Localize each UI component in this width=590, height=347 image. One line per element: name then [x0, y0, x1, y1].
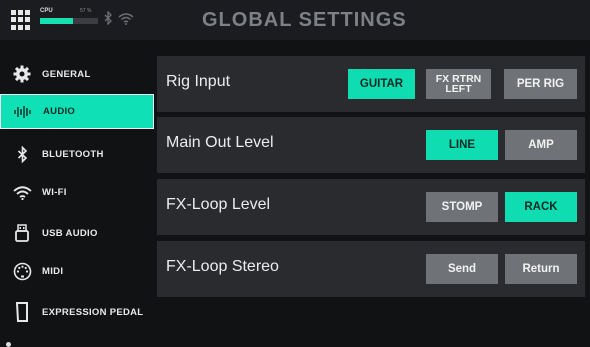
setting-label: FX-Loop Level: [166, 196, 271, 213]
usb-icon: [10, 224, 34, 242]
fx-loop-rack-button[interactable]: RACK: [505, 192, 577, 222]
top-bar: CPU 57 % GLOBAL SETTINGS: [0, 0, 590, 40]
bluetooth-icon: [104, 10, 113, 28]
sidebar-item-label: WI-FI: [42, 186, 67, 198]
more-items-indicator: [6, 342, 11, 347]
sidebar-item-bluetooth[interactable]: BLUETOOTH: [0, 135, 154, 173]
setting-label: Rig Input: [166, 73, 231, 90]
fx-loop-return-button[interactable]: Return: [505, 254, 577, 284]
bluetooth-icon: [10, 145, 34, 163]
cpu-label: CPU: [40, 8, 53, 14]
cpu-value: 57 %: [80, 8, 92, 14]
cpu-meter-fill: [40, 18, 74, 24]
rig-input-guitar-button[interactable]: GUITAR: [348, 69, 415, 99]
sidebar-item-midi[interactable]: MIDI: [0, 252, 154, 290]
sidebar-item-wifi[interactable]: WI-FI: [0, 173, 154, 211]
setting-row-fx-loop-level: FX-Loop Level STOMP RACK: [157, 179, 585, 235]
sidebar-item-general[interactable]: GENERAL: [0, 55, 154, 93]
fx-loop-send-button[interactable]: Send: [426, 254, 498, 284]
gear-icon: [10, 65, 34, 83]
pedal-icon: [10, 302, 34, 322]
wifi-icon: [118, 12, 134, 30]
fx-loop-stomp-button[interactable]: STOMP: [426, 192, 498, 222]
sidebar-item-audio[interactable]: AUDIO: [0, 94, 154, 129]
wifi-icon: [10, 185, 34, 200]
sidebar: GENERAL AUDIO BLUETOOTH WI-FI USB AUDIO …: [0, 48, 154, 347]
rig-input-per-rig-button[interactable]: PER RIG: [504, 69, 577, 99]
setting-row-main-out-level: Main Out Level LINE AMP: [157, 117, 585, 173]
main-out-amp-button[interactable]: AMP: [505, 130, 577, 160]
setting-label: Main Out Level: [166, 134, 274, 151]
page-title: GLOBAL SETTINGS: [202, 9, 407, 31]
setting-label: FX-Loop Stereo: [166, 258, 279, 275]
sidebar-item-label: MIDI: [42, 265, 64, 277]
sidebar-item-label: GENERAL: [42, 68, 91, 80]
waveform-icon: [11, 105, 35, 119]
cpu-meter: [40, 18, 98, 24]
rig-input-fx-return-left-button[interactable]: FX RTRN LEFT: [426, 69, 491, 99]
sidebar-item-label: EXPRESSION PEDAL: [42, 306, 144, 318]
sidebar-item-label: AUDIO: [43, 106, 76, 117]
setting-row-fx-loop-stereo: FX-Loop Stereo Send Return: [157, 241, 585, 297]
sidebar-item-usb-audio[interactable]: USB AUDIO: [0, 214, 154, 252]
apps-grid-icon[interactable]: [11, 10, 31, 30]
sidebar-item-label: BLUETOOTH: [42, 148, 104, 160]
midi-icon: [10, 262, 34, 281]
sidebar-item-expression-pedal[interactable]: EXPRESSION PEDAL: [0, 293, 154, 331]
sidebar-item-label: USB AUDIO: [42, 227, 98, 239]
setting-row-rig-input: Rig Input GUITAR FX RTRN LEFT PER RIG: [157, 56, 585, 112]
main-out-line-button[interactable]: LINE: [426, 130, 498, 160]
